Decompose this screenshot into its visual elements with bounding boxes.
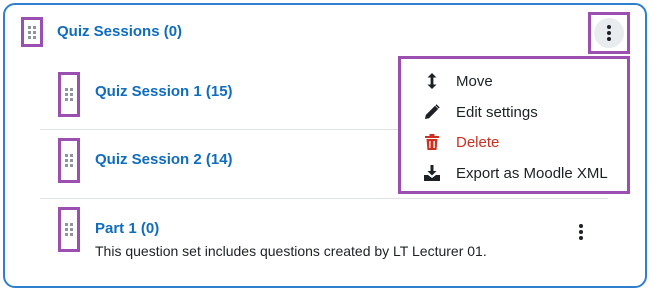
section-title-link[interactable]: Quiz Sessions (0) [57, 23, 182, 40]
arrows-vertical-icon [423, 72, 441, 90]
menu-item-label: Move [456, 72, 493, 90]
drag-handle-icon[interactable] [58, 207, 80, 252]
actions-dropdown-menu: Move Edit settings Delete Export as Mood… [398, 56, 630, 194]
menu-item-label: Export as Moodle XML [456, 164, 608, 182]
trash-icon [423, 133, 441, 151]
menu-item-delete[interactable]: Delete [423, 131, 499, 153]
divider [40, 198, 608, 199]
kebab-icon [594, 18, 624, 48]
item-title-link[interactable]: Quiz Session 1 (15) [95, 83, 233, 100]
pencil-icon [423, 103, 441, 121]
download-icon [423, 164, 441, 182]
menu-item-edit-settings[interactable]: Edit settings [423, 101, 538, 123]
menu-item-export-moodle-xml[interactable]: Export as Moodle XML [423, 162, 608, 184]
item-title-link[interactable]: Part 1 (0) [95, 220, 159, 237]
menu-item-move[interactable]: Move [423, 70, 493, 92]
kebab-icon [579, 224, 583, 228]
menu-item-label: Delete [456, 133, 500, 151]
item-actions-menu-button[interactable] [574, 222, 588, 242]
item-title-link[interactable]: Quiz Session 2 (14) [95, 151, 233, 168]
section-actions-menu-button[interactable] [588, 12, 630, 54]
drag-handle-icon[interactable] [58, 138, 80, 183]
drag-handle-icon[interactable] [21, 17, 43, 47]
drag-handle-icon[interactable] [58, 72, 80, 117]
item-description: This question set includes questions cre… [95, 243, 487, 259]
menu-item-label: Edit settings [456, 103, 538, 121]
